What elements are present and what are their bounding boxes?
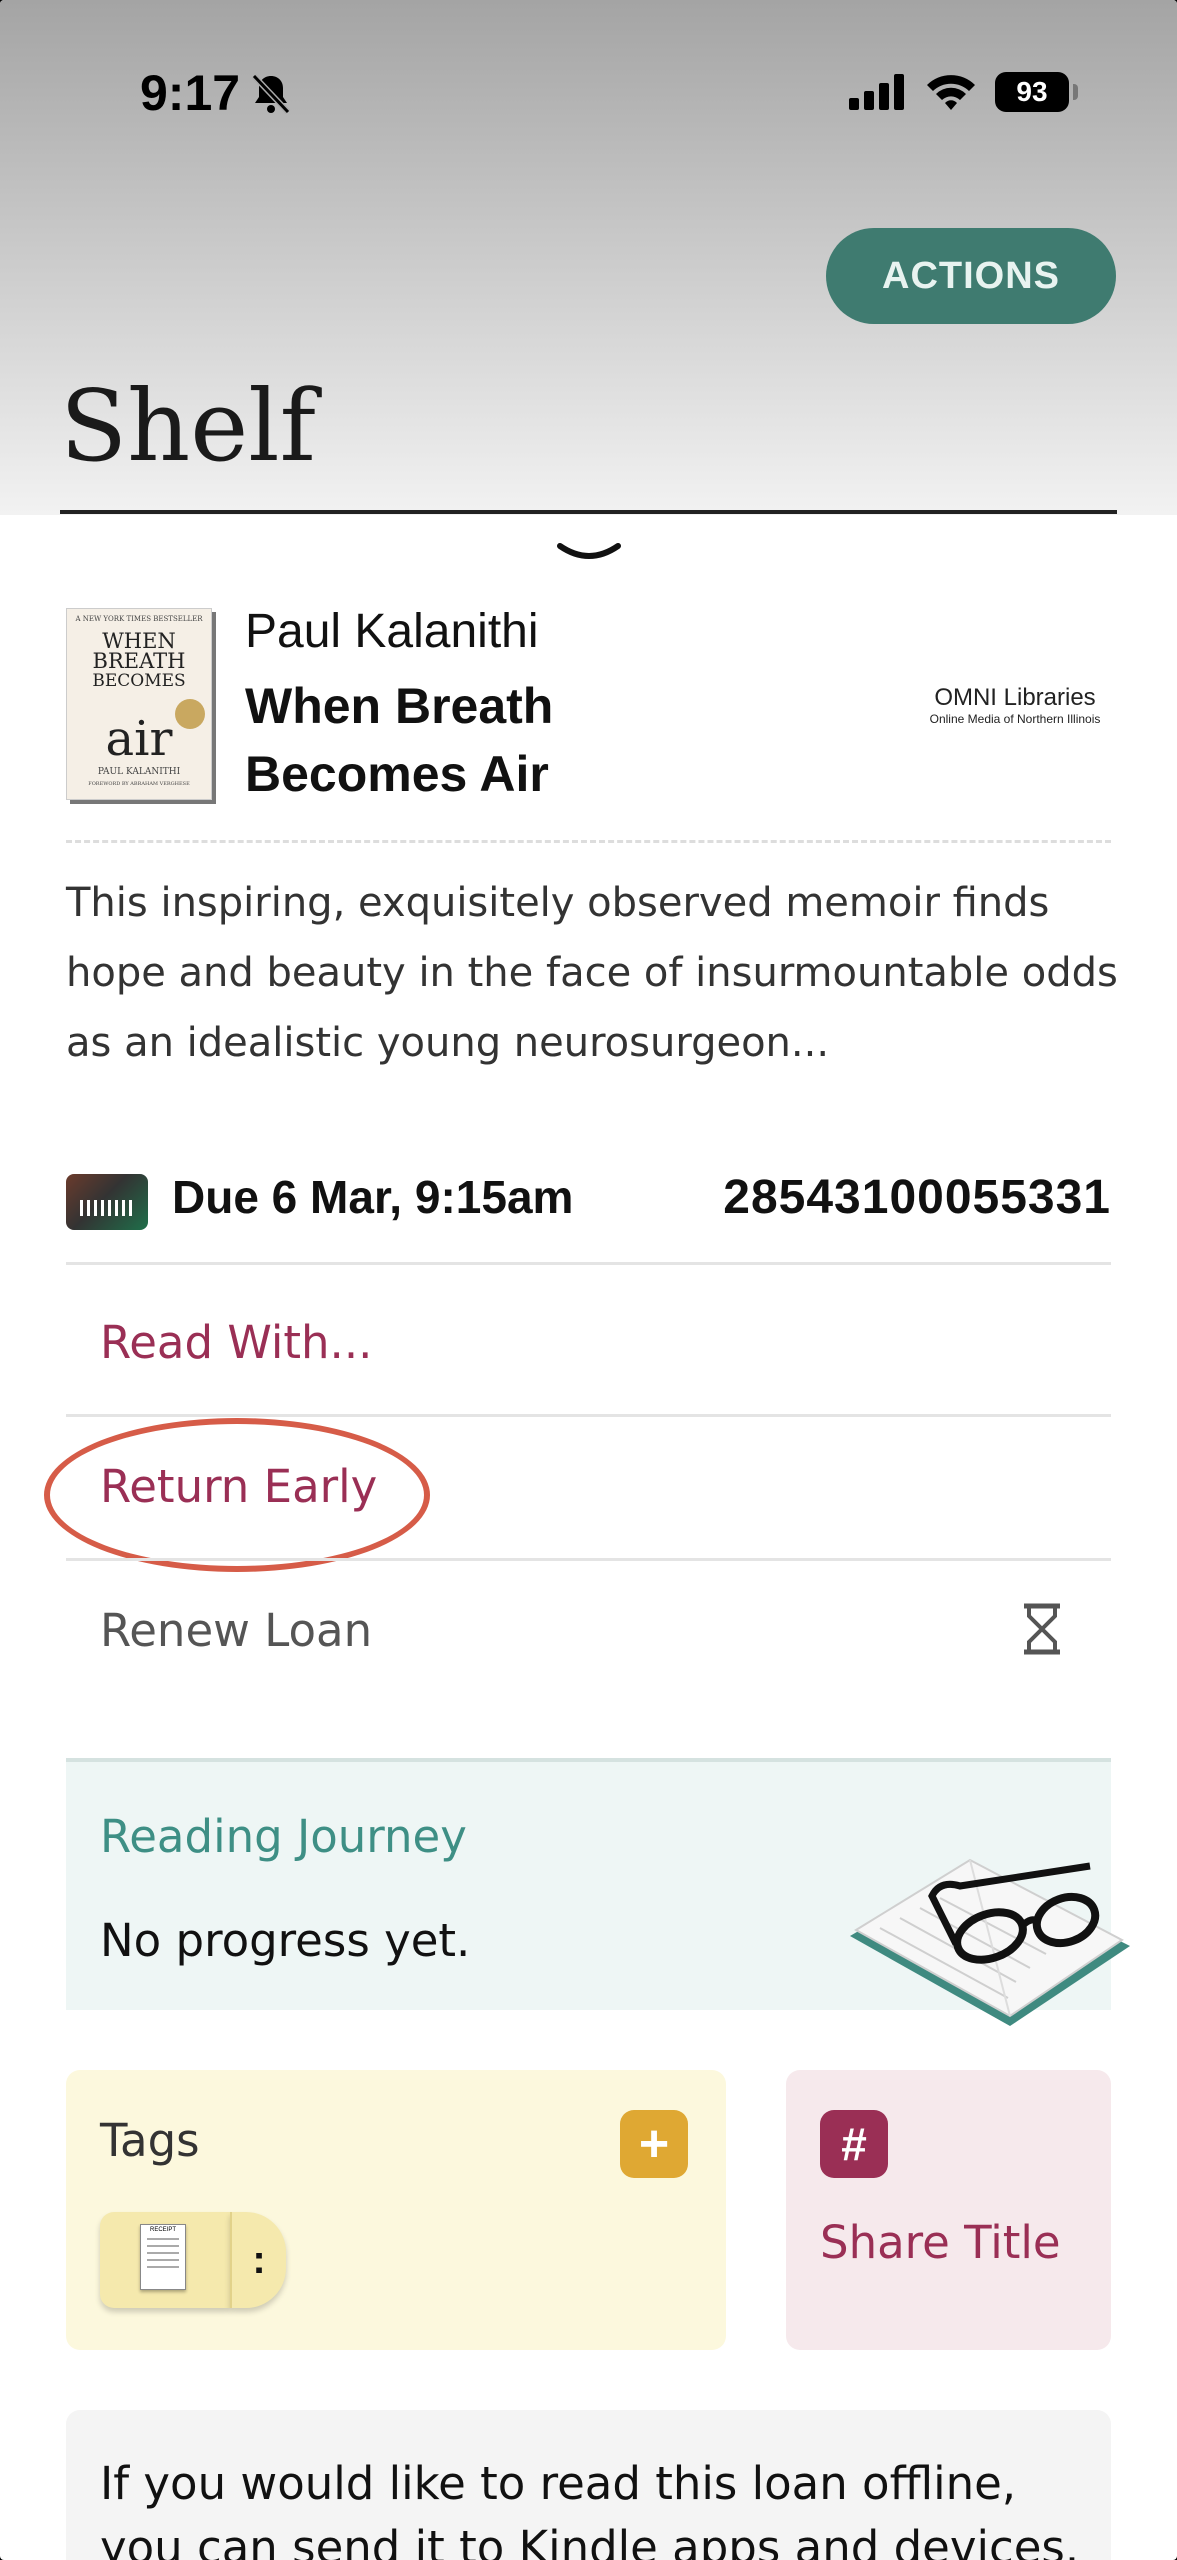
renew-loan-option[interactable]: Renew Loan	[100, 1604, 372, 1657]
battery-icon: 93	[995, 72, 1078, 112]
barcode-icon	[66, 1174, 148, 1230]
cover-air: air	[105, 711, 173, 767]
library-logo: OMNI Libraries Online Media of Northern …	[900, 684, 1130, 726]
tag-menu-button[interactable]: :	[230, 2212, 286, 2308]
book-title: When Breath Becomes Air	[245, 678, 554, 802]
chevron-down-icon[interactable]	[556, 540, 622, 566]
hourglass-icon	[1024, 1603, 1060, 1655]
title-divider	[60, 510, 1117, 514]
offline-text: If you would like to read this loan offl…	[100, 2457, 1080, 2560]
hashtag-icon: #	[820, 2110, 888, 2178]
cover-top-line: A NEW YORK TIMES BESTSELLER	[75, 615, 203, 623]
divider	[66, 1262, 1111, 1265]
signal-icon	[849, 74, 904, 110]
book-author: Paul Kalanithi	[245, 605, 539, 658]
cover-word: BECOMES	[92, 671, 186, 691]
tags-card: Tags + RECEIPT :	[66, 2070, 726, 2350]
status-time: 9:17	[140, 65, 241, 121]
tags-title: Tags	[100, 2114, 200, 2167]
divider	[66, 1414, 1111, 1417]
divider	[66, 1558, 1111, 1561]
journey-progress: No progress yet.	[100, 1914, 471, 1967]
cover-word: BREATH	[92, 649, 186, 673]
journey-title: Reading Journey	[100, 1810, 467, 1863]
actions-button[interactable]: ACTIONS	[826, 228, 1116, 324]
cover-foreword: FOREWORD BY ABRAHAM VERGHESE	[88, 781, 190, 787]
library-name: OMNI Libraries	[934, 684, 1096, 711]
book-description[interactable]: This inspiring, exquisitely observed mem…	[66, 868, 1126, 1078]
bell-slash-icon	[251, 73, 291, 115]
library-subtitle: Online Media of Northern Illinois	[929, 712, 1101, 726]
share-title-card[interactable]: # Share Title	[786, 2070, 1111, 2350]
page-title: Shelf	[60, 370, 316, 484]
due-date: Due 6 Mar, 9:15am	[172, 1171, 574, 1223]
read-with-option[interactable]: Read With...	[100, 1316, 372, 1369]
book-cover[interactable]: A NEW YORK TIMES BESTSELLER WHEN BREATH …	[66, 608, 212, 800]
wifi-icon	[927, 75, 975, 110]
dashed-divider	[66, 840, 1111, 843]
receipt-icon: RECEIPT	[140, 2224, 186, 2290]
share-title-label: Share Title	[820, 2216, 1061, 2269]
book-glasses-icon	[850, 1858, 1130, 2026]
screen: 9:17 93 ACTIONS Shelf A NEW YORK TIMES B…	[0, 0, 1177, 2560]
status-icons: 93	[849, 72, 1078, 112]
loan-id: 28543100055331	[723, 1171, 1111, 1224]
cover-author: PAUL KALANITHI	[97, 767, 181, 777]
highlight-circle	[44, 1418, 430, 1572]
add-tag-button[interactable]: +	[620, 2110, 688, 2178]
receipt-label: RECEIPT	[149, 2227, 176, 2233]
receipt-tag[interactable]: RECEIPT	[100, 2212, 230, 2308]
cover-word: WHEN	[102, 629, 176, 653]
offline-reading-card: If you would like to read this loan offl…	[66, 2410, 1111, 2560]
